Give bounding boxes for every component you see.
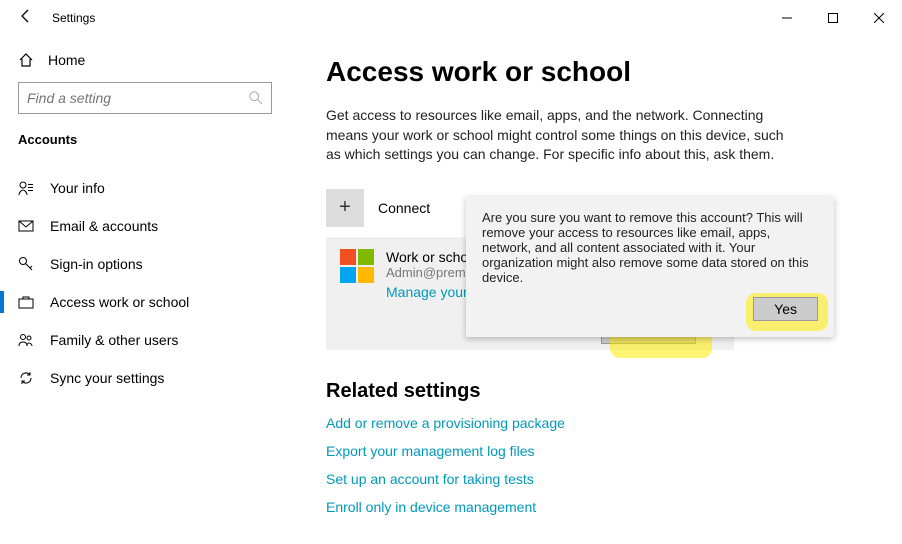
sidebar-item-label: Family & other users bbox=[50, 332, 178, 348]
home-button[interactable]: Home bbox=[0, 44, 290, 82]
maximize-button[interactable] bbox=[810, 2, 856, 34]
connect-label: Connect bbox=[378, 200, 430, 216]
link-export-logs[interactable]: Export your management log files bbox=[326, 443, 866, 459]
sync-icon bbox=[18, 370, 34, 386]
page-title: Access work or school bbox=[326, 56, 866, 88]
window-controls bbox=[764, 2, 902, 34]
sidebar: Home Accounts Your info Email & accounts… bbox=[0, 36, 290, 544]
search-input[interactable] bbox=[18, 82, 272, 114]
sidebar-item-label: Email & accounts bbox=[50, 218, 158, 234]
sidebar-item-label: Sync your settings bbox=[50, 370, 164, 386]
sidebar-item-sync[interactable]: Sync your settings bbox=[0, 359, 290, 397]
page-description: Get access to resources like email, apps… bbox=[326, 106, 786, 165]
sidebar-item-family[interactable]: Family & other users bbox=[0, 321, 290, 359]
key-icon bbox=[18, 256, 34, 272]
people-icon bbox=[18, 332, 34, 348]
close-button[interactable] bbox=[856, 2, 902, 34]
titlebar: Settings bbox=[0, 0, 902, 36]
microsoft-logo-icon bbox=[340, 249, 374, 283]
search-field[interactable] bbox=[27, 90, 227, 106]
flyout-text: Are you sure you want to remove this acc… bbox=[482, 210, 818, 285]
briefcase-icon bbox=[18, 294, 34, 310]
sidebar-item-signin[interactable]: Sign-in options bbox=[0, 245, 290, 283]
person-icon bbox=[18, 180, 34, 196]
window-title: Settings bbox=[52, 11, 95, 25]
plus-icon: + bbox=[326, 189, 364, 227]
confirm-remove-flyout: Are you sure you want to remove this acc… bbox=[466, 196, 834, 337]
sidebar-item-access[interactable]: Access work or school bbox=[0, 283, 290, 321]
sidebar-item-email[interactable]: Email & accounts bbox=[0, 207, 290, 245]
minimize-button[interactable] bbox=[764, 2, 810, 34]
link-enroll-mdm[interactable]: Enroll only in device management bbox=[326, 499, 866, 515]
mail-icon bbox=[18, 218, 34, 234]
back-icon[interactable] bbox=[18, 8, 34, 29]
link-provisioning[interactable]: Add or remove a provisioning package bbox=[326, 415, 866, 431]
section-label: Accounts bbox=[0, 128, 290, 161]
yes-button[interactable]: Yes bbox=[753, 297, 818, 321]
sidebar-item-label: Your info bbox=[50, 180, 105, 196]
search-icon bbox=[249, 91, 263, 105]
link-setup-tests[interactable]: Set up an account for taking tests bbox=[326, 471, 866, 487]
sidebar-item-label: Sign-in options bbox=[50, 256, 143, 272]
sidebar-item-your-info[interactable]: Your info bbox=[0, 169, 290, 207]
related-settings-title: Related settings bbox=[326, 380, 866, 403]
home-label: Home bbox=[48, 52, 85, 68]
sidebar-item-label: Access work or school bbox=[50, 294, 189, 310]
